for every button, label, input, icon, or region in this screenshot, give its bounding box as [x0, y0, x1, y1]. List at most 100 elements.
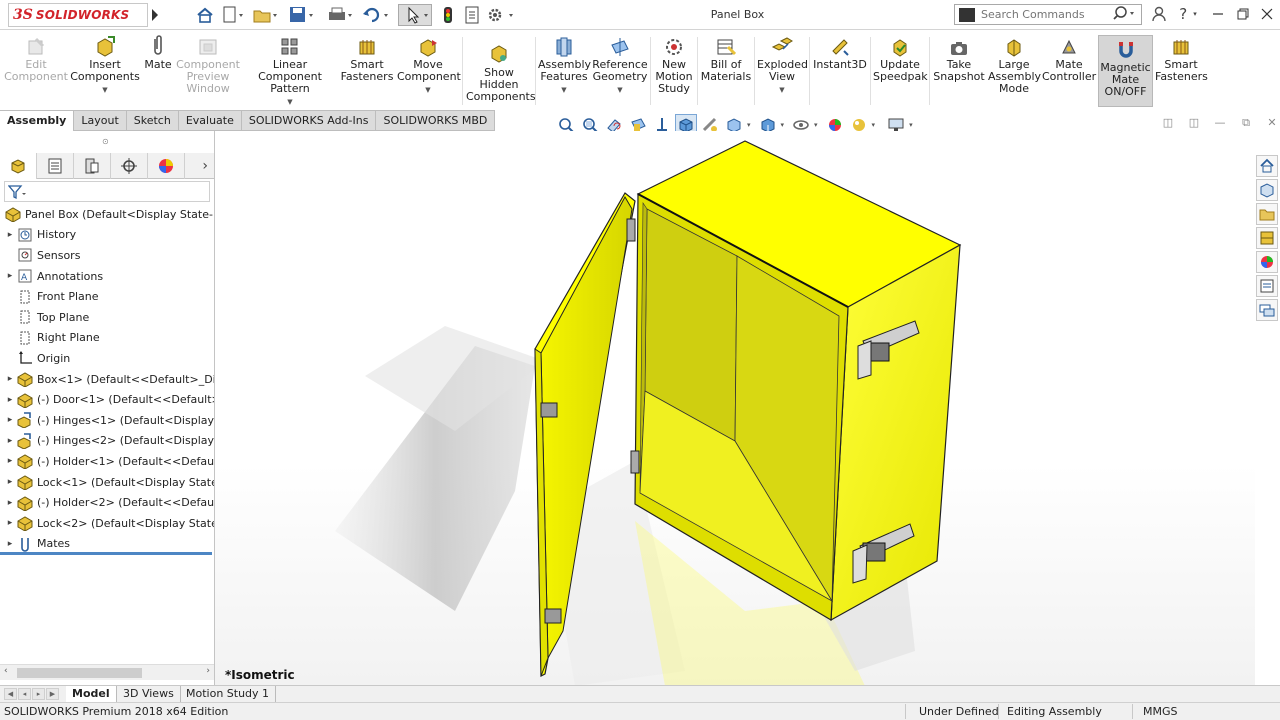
viewport-minimize-icon[interactable]: —	[1207, 116, 1233, 130]
tree-item-lock-2[interactable]: ▸ Lock<2> (Default<Display State-1	[0, 513, 214, 534]
design-library-icon[interactable]	[1256, 179, 1278, 201]
undo-icon[interactable]	[362, 4, 390, 26]
component-preview-window-button[interactable]: Component Preview Window	[176, 35, 240, 95]
last-tab-icon[interactable]: ▶	[46, 688, 59, 700]
displaymanager-tab-icon[interactable]	[148, 153, 185, 179]
rebuild-icon[interactable]	[440, 4, 456, 26]
tab-layout[interactable]: Layout	[74, 110, 127, 131]
update-speedpak-button[interactable]: Update Speedpak	[873, 35, 928, 83]
tree-item-right-plane[interactable]: Right Plane	[0, 328, 214, 349]
tree-filter-box[interactable]	[4, 181, 210, 202]
help-icon[interactable]: ? ▾	[1172, 4, 1204, 24]
expand-arrow-icon[interactable]: ▸	[4, 415, 16, 425]
tree-item-origin[interactable]: Origin	[0, 348, 214, 369]
tab-3d-views[interactable]: 3D Views	[117, 686, 181, 703]
expand-arrow-icon[interactable]: ▸	[4, 456, 16, 466]
show-hidden-components-button[interactable]: Show Hidden Components	[466, 35, 536, 103]
tree-item-top-plane[interactable]: Top Plane	[0, 307, 214, 328]
insert-components-button[interactable]: Insert Components ▼	[70, 35, 140, 96]
assembly-features-button[interactable]: Assembly Features ▼	[538, 35, 591, 96]
scroll-right-arrow-icon[interactable]: ›	[206, 666, 210, 676]
new-motion-study-button[interactable]: New Motion Study	[653, 35, 695, 95]
move-component-dropdown-icon[interactable]: ▼	[397, 84, 459, 96]
tab-model[interactable]: Model	[66, 686, 117, 703]
options-gear-icon[interactable]	[486, 4, 516, 26]
tree-item-hinges-1[interactable]: ▸ (-) Hinges<1> (Default<Display St	[0, 410, 214, 431]
print-icon[interactable]	[326, 4, 354, 26]
assembly-features-dropdown-icon[interactable]: ▼	[538, 84, 590, 96]
next-tab-icon[interactable]: ▸	[32, 688, 45, 700]
reference-geometry-dropdown-icon[interactable]: ▼	[592, 84, 648, 96]
move-component-button[interactable]: Move Component ▼	[397, 35, 461, 96]
featuremanager-tab-icon[interactable]	[0, 153, 37, 179]
expand-arrow-icon[interactable]: ▸	[4, 477, 16, 487]
edit-appearance-dropdown-icon[interactable]: ▾	[781, 121, 785, 129]
search-input[interactable]	[981, 8, 1111, 21]
magnetic-mate-toggle-button[interactable]: Magnetic Mate ON/OFF	[1098, 35, 1153, 107]
view-settings-dropdown-icon[interactable]: ▾	[909, 121, 913, 129]
scrollbar-thumb[interactable]	[17, 668, 142, 678]
close-icon[interactable]	[1256, 4, 1278, 24]
edit-component-button[interactable]: Edit Component	[4, 35, 68, 83]
new-document-icon[interactable]	[220, 4, 244, 26]
panel-box-3d-model[interactable]	[215, 131, 1255, 686]
linear-component-pattern-button[interactable]: Linear Component Pattern ▼	[243, 35, 337, 108]
appearances-scenes-icon[interactable]	[1256, 251, 1278, 273]
tab-sketch[interactable]: Sketch	[126, 110, 179, 131]
tab-motion-study-1[interactable]: Motion Study 1	[180, 686, 277, 703]
tab-evaluate[interactable]: Evaluate	[178, 110, 242, 131]
expand-arrow-icon[interactable]: ▸	[4, 436, 16, 446]
file-properties-icon[interactable]	[462, 4, 482, 26]
tab-assembly[interactable]: Assembly	[0, 110, 75, 131]
user-icon[interactable]	[1148, 4, 1170, 24]
insert-components-dropdown-icon[interactable]: ▼	[70, 84, 140, 96]
configurationmanager-tab-icon[interactable]	[74, 153, 111, 179]
first-tab-icon[interactable]: ◀	[4, 688, 17, 700]
tree-rollback-bar[interactable]	[0, 552, 212, 555]
tree-item-history[interactable]: ▸ History	[0, 225, 214, 246]
take-snapshot-button[interactable]: Take Snapshot	[932, 35, 986, 83]
open-folder-icon[interactable]	[252, 4, 278, 26]
tree-item-lock-1[interactable]: ▸ Lock<1> (Default<Display State-1	[0, 472, 214, 493]
filter-icon[interactable]	[7, 184, 28, 203]
mate-button[interactable]: Mate	[142, 35, 174, 71]
apply-scene-dropdown-icon[interactable]: ▾	[814, 121, 818, 129]
file-explorer-icon[interactable]	[1256, 203, 1278, 225]
menu-expand-arrow-icon[interactable]	[150, 7, 160, 23]
scroll-left-arrow-icon[interactable]: ‹	[4, 666, 8, 676]
solidworks-logo[interactable]: 3S SOLIDWORKS	[8, 3, 148, 27]
viewport-pane-left-icon[interactable]: ◫	[1155, 116, 1181, 130]
mate-controller-button[interactable]: Mate Controller	[1042, 35, 1096, 83]
custom-properties-icon[interactable]	[1256, 275, 1278, 297]
tree-item-holder-2[interactable]: ▸ (-) Holder<2> (Default<<Default>	[0, 492, 214, 513]
expand-arrow-icon[interactable]: ▸	[4, 539, 16, 549]
tree-item-mates[interactable]: ▸ Mates	[0, 534, 214, 555]
exploded-view-dropdown-icon[interactable]: ▼	[757, 84, 807, 96]
view-palette-icon[interactable]	[1256, 227, 1278, 249]
instant3d-button[interactable]: Instant3D	[812, 35, 868, 71]
panel-grip-icon[interactable]: ⊙	[102, 137, 109, 146]
exploded-view-button[interactable]: Exploded View ▼	[757, 35, 808, 96]
select-icon[interactable]	[398, 4, 432, 26]
reference-geometry-button[interactable]: Reference Geometry ▼	[592, 35, 648, 96]
bill-of-materials-button[interactable]: Bill of Materials	[700, 35, 752, 83]
graphics-area[interactable]: *Isometric	[215, 131, 1255, 686]
solidworks-resources-home-icon[interactable]	[1256, 155, 1278, 177]
forum-chat-icon[interactable]	[1256, 299, 1278, 321]
tab-solidworks-add-ins[interactable]: SOLIDWORKS Add-Ins	[241, 110, 377, 131]
expand-arrow-icon[interactable]: ▸	[4, 518, 16, 528]
smart-fasteners-button-2[interactable]: Smart Fasteners	[1155, 35, 1208, 83]
prev-tab-icon[interactable]: ◂	[18, 688, 31, 700]
tree-item-sensors[interactable]: Sensors	[0, 245, 214, 266]
tree-item-holder-1[interactable]: ▸ (-) Holder<1> (Default<<Default>	[0, 451, 214, 472]
linear-pattern-dropdown-icon[interactable]: ▼	[243, 96, 337, 108]
large-assembly-mode-button[interactable]: Large Assembly Mode	[988, 35, 1041, 95]
status-units[interactable]: MMGS	[1143, 705, 1178, 718]
minimize-icon[interactable]	[1207, 4, 1229, 24]
home-icon[interactable]	[195, 4, 215, 26]
viewport-close-icon[interactable]: ✕	[1259, 116, 1280, 130]
render-tools-dropdown-icon[interactable]: ▾	[872, 121, 876, 129]
tab-solidworks-mbd[interactable]: SOLIDWORKS MBD	[376, 110, 496, 131]
viewport-restore-icon[interactable]: ⧉	[1233, 116, 1259, 130]
hide-show-dropdown-icon[interactable]: ▾	[747, 121, 751, 129]
